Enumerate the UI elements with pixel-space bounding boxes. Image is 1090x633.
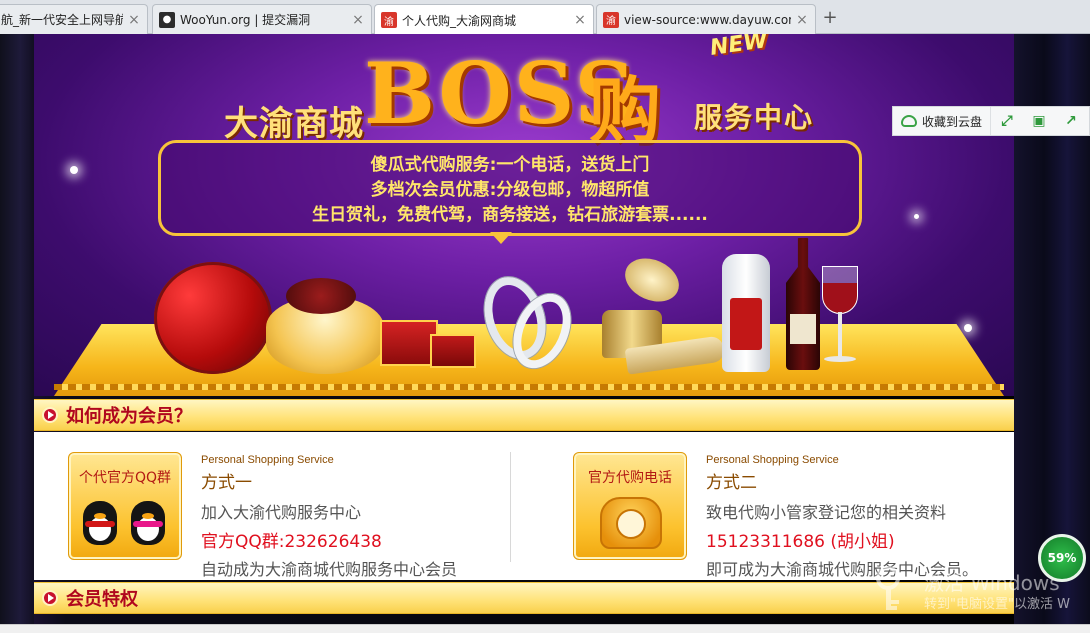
browser-tab-strip: 航_新一代安全上网导航 × ● WooYun.org | 提交漏洞 × 渝 个人… — [0, 0, 1090, 35]
way-two: Personal Shopping Service 方式二 致电代购小管家登记您… — [706, 454, 978, 580]
boss-banner: 大渝商城 BOSS 购 服务中心 NEW 傻瓜式代购服务:一个电话，送货上门 多… — [34, 34, 1014, 396]
gold-stage-edge — [54, 384, 1004, 390]
way-subtitle: Personal Shopping Service — [201, 454, 334, 466]
new-badge: NEW — [708, 34, 770, 61]
bubble-line: 生日贺礼，免费代驾，商务接送，钻石旅游套票...... — [312, 205, 708, 225]
save-to-cloud-label: 收藏到云盘 — [922, 114, 983, 129]
expand-icon[interactable]: ⤢ — [991, 107, 1023, 135]
section-header-member: 如何成为会员？ — [34, 399, 1014, 431]
status-bar — [0, 624, 1090, 633]
tab-title: 航_新一代安全上网导航 — [1, 13, 123, 27]
page-viewport: 大渝商城 BOSS 购 服务中心 NEW 傻瓜式代购服务:一个电话，送货上门 多… — [0, 34, 1090, 633]
tab-view-source[interactable]: 渝 view-source:www.dayuw.com × — [596, 4, 816, 34]
tab-title: 个人代购_大渝网商城 — [402, 13, 517, 28]
bubble-line: 傻瓜式代购服务:一个电话，送货上门 — [370, 155, 650, 175]
rose-bouquet-image — [154, 262, 272, 374]
way-subtitle: Personal Shopping Service — [706, 454, 839, 466]
bubble-line: 多档次会员优惠:分级包邮，物超所值 — [370, 180, 650, 200]
qq-penguin-icon — [131, 501, 165, 545]
brand-right: 服务中心 — [694, 101, 815, 134]
way-title: 方式一 — [201, 473, 252, 493]
dayu-icon: 渝 — [603, 11, 619, 28]
section-header-privilege: 会员特权 — [34, 582, 1014, 614]
qq-group-badge[interactable]: 个代官方QQ群 — [68, 452, 182, 560]
member-ways-panel: 个代官方QQ群 Personal Shopping Service 方式一 加入… — [34, 432, 1014, 580]
bubble-tail — [490, 232, 512, 244]
tab-title: view-source:www.dayuw.com — [624, 12, 791, 27]
share-icon[interactable]: ↗ — [1055, 107, 1087, 135]
gift-box-image — [430, 334, 476, 368]
close-icon[interactable]: × — [351, 12, 365, 28]
service-bubble: 傻瓜式代购服务:一个电话，送货上门 多档次会员优惠:分级包邮，物超所值 生日贺礼… — [158, 140, 862, 236]
sparkle — [964, 324, 972, 332]
play-bullet-icon — [42, 407, 58, 423]
qq-penguin-icon — [83, 501, 117, 545]
new-tab-button[interactable]: + — [818, 8, 842, 30]
section-title: 如何成为会员？ — [66, 406, 192, 427]
brand-left: 大渝商城 — [224, 104, 364, 144]
tab-navigation[interactable]: 航_新一代安全上网导航 × — [0, 4, 148, 34]
floppy-save-icon[interactable]: ▣ — [1023, 107, 1055, 135]
cosmetic-lid-image — [618, 250, 686, 310]
wooyun-icon: ● — [159, 11, 175, 28]
sparkle — [70, 166, 78, 174]
activation-watermark: 激活 Windows — [924, 571, 1060, 595]
cloud-icon — [901, 115, 917, 127]
sparkle — [914, 214, 919, 219]
close-icon[interactable]: × — [127, 12, 141, 28]
wine-bottle-image — [786, 238, 820, 370]
stage-curtain-left — [0, 34, 34, 633]
section-title: 会员特权 — [66, 589, 138, 610]
divider — [510, 452, 511, 562]
save-to-cloud-button[interactable]: 收藏到云盘 — [893, 107, 992, 135]
cake-heart-image — [286, 278, 356, 314]
phone-caption: 官方代购电话 — [588, 470, 672, 486]
way-one: Personal Shopping Service 方式一 加入大渝代购服务中心… — [201, 454, 457, 580]
telephone-icon — [600, 497, 662, 549]
tab-wooyun[interactable]: ● WooYun.org | 提交漏洞 × — [152, 4, 372, 34]
wine-glass-image — [822, 266, 858, 314]
qq-group-caption: 个代官方QQ群 — [78, 470, 172, 486]
network-speed-widget[interactable]: 59% — [1038, 534, 1086, 582]
way-desc: 加入大渝代购服务中心 — [201, 503, 362, 522]
activation-watermark-hint: 转到"电脑设置"以激活 W — [924, 597, 1070, 612]
phone-badge[interactable]: 官方代购电话 — [573, 452, 687, 560]
way-title: 方式二 — [706, 473, 757, 493]
close-icon[interactable]: × — [795, 12, 809, 28]
way-desc: 致电代购小管家登记您的相关资料 — [706, 503, 947, 522]
qq-group-number[interactable]: 官方QQ群:232626438 — [201, 527, 457, 552]
liquor-bottle-image — [722, 254, 770, 372]
dayu-icon: 渝 — [381, 12, 397, 28]
way-desc: 自动成为大渝商城代购服务中心会员 — [201, 560, 458, 579]
cloud-toolbar: 收藏到云盘 ⤢ ▣ ↗ — [892, 106, 1090, 136]
key-watermark-icon — [876, 566, 900, 610]
wine-glass-stem — [838, 312, 842, 358]
close-icon[interactable]: × — [573, 12, 587, 28]
play-bullet-icon — [42, 590, 58, 606]
wine-glass-base — [824, 356, 856, 362]
phone-number[interactable]: 15123311686 (胡小姐) — [706, 527, 978, 552]
tab-title: WooYun.org | 提交漏洞 — [180, 13, 311, 27]
tab-dayu-shop[interactable]: 渝 个人代购_大渝网商城 × — [374, 4, 594, 35]
